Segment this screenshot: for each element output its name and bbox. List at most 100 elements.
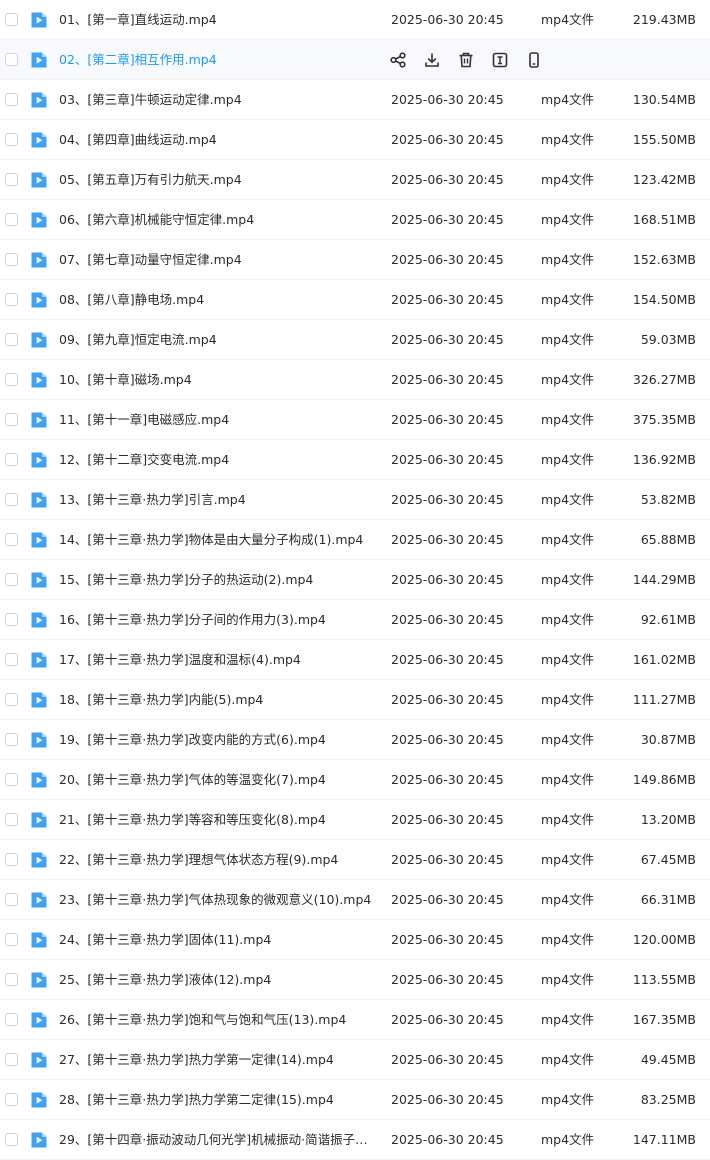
file-name[interactable]: 27、[第十三章·热力学]热力学第一定律(14).mp4 [59,1052,379,1068]
file-row[interactable]: 13、[第十三章·热力学]引言.mp4 2025-06-30 20:45 mp4文件… [0,480,710,520]
row-checkbox[interactable] [5,133,18,146]
file-row[interactable]: 27、[第十三章·热力学]热力学第一定律(14).mp4 2025-06-30 2… [0,1040,710,1080]
file-type: mp4文件 [541,252,595,267]
file-row[interactable]: 23、[第十三章·热力学]气体热现象的微观意义(10).mp4 2025-06-3… [0,880,710,920]
file-row[interactable]: 02、[第二章]相互作用.mp4 [0,40,710,80]
row-checkbox[interactable] [5,653,18,666]
rename-icon[interactable] [491,51,509,69]
file-row[interactable]: 20、[第十三章·热力学]气体的等温变化(7).mp4 2025-06-30 20… [0,760,710,800]
file-row[interactable]: 26、[第十三章·热力学]饱和气与饱和气压(13).mp4 2025-06-30 … [0,1000,710,1040]
row-checkbox[interactable] [5,213,18,226]
file-size: 111.27MB [632,692,696,707]
row-checkbox[interactable] [5,493,18,506]
file-name[interactable]: 17、[第十三章·热力学]温度和温标(4).mp4 [59,652,379,668]
row-checkbox[interactable] [5,53,18,66]
file-row[interactable]: 05、[第五章]万有引力航天.mp4 2025-06-30 20:45 mp4文件 1… [0,160,710,200]
row-checkbox[interactable] [5,1013,18,1026]
row-checkbox[interactable] [5,173,18,186]
file-name[interactable]: 26、[第十三章·热力学]饱和气与饱和气压(13).mp4 [59,1012,379,1028]
row-checkbox[interactable] [5,933,18,946]
file-name[interactable]: 06、[第六章]机械能守恒定律.mp4 [59,212,379,228]
row-checkbox[interactable] [5,613,18,626]
file-size: 67.45MB [640,852,696,867]
file-row[interactable]: 11、[第十一章]电磁感应.mp4 2025-06-30 20:45 mp4文件 37… [0,400,710,440]
file-row[interactable]: 28、[第十三章·热力学]热力学第二定律(15).mp4 2025-06-30 2… [0,1080,710,1120]
row-checkbox[interactable] [5,373,18,386]
file-name[interactable]: 10、[第十章]磁场.mp4 [59,372,379,388]
row-checkbox[interactable] [5,333,18,346]
file-name[interactable]: 12、[第十二章]交变电流.mp4 [59,452,379,468]
file-name[interactable]: 18、[第十三章·热力学]内能(5).mp4 [59,692,379,708]
row-checkbox[interactable] [5,733,18,746]
row-checkbox[interactable] [5,533,18,546]
row-checkbox[interactable] [5,813,18,826]
download-icon[interactable] [423,51,441,69]
row-checkbox[interactable] [5,453,18,466]
file-size: 53.82MB [640,492,696,507]
file-name[interactable]: 14、[第十三章·热力学]物体是由大量分子构成(1).mp4 [59,532,379,548]
file-row[interactable]: 16、[第十三章·热力学]分子间的作用力(3).mp4 2025-06-30 20… [0,600,710,640]
file-date: 2025-06-30 20:45 [391,972,504,987]
row-checkbox[interactable] [5,1133,18,1146]
row-checkbox[interactable] [5,973,18,986]
file-name[interactable]: 05、[第五章]万有引力航天.mp4 [59,172,379,188]
file-name[interactable]: 28、[第十三章·热力学]热力学第二定律(15).mp4 [59,1092,379,1108]
file-row[interactable]: 14、[第十三章·热力学]物体是由大量分子构成(1).mp4 2025-06-30… [0,520,710,560]
file-row[interactable]: 29、[第十四章·振动波动几何光学]机械振动·简谐振子动力学.mp4 2025-0… [0,1120,710,1160]
file-name[interactable]: 13、[第十三章·热力学]引言.mp4 [59,492,379,508]
file-name[interactable]: 09、[第九章]恒定电流.mp4 [59,332,379,348]
file-row[interactable]: 24、[第十三章·热力学]固体(11).mp4 2025-06-30 20:45 m… [0,920,710,960]
file-name[interactable]: 24、[第十三章·热力学]固体(11).mp4 [59,932,379,948]
row-checkbox[interactable] [5,253,18,266]
file-name[interactable]: 11、[第十一章]电磁感应.mp4 [59,412,379,428]
row-checkbox[interactable] [5,93,18,106]
file-name[interactable]: 29、[第十四章·振动波动几何光学]机械振动·简谐振子动力学.mp4 [59,1132,379,1148]
file-name[interactable]: 16、[第十三章·热力学]分子间的作用力(3).mp4 [59,612,379,628]
file-row[interactable]: 01、[第一章]直线运动.mp4 2025-06-30 20:45 mp4文件 219… [0,0,710,40]
row-checkbox[interactable] [5,1093,18,1106]
file-name[interactable]: 04、[第四章]曲线运动.mp4 [59,132,379,148]
file-date: 2025-06-30 20:45 [391,412,504,427]
file-row[interactable]: 07、[第七章]动量守恒定律.mp4 2025-06-30 20:45 mp4文件 1… [0,240,710,280]
file-row[interactable]: 25、[第十三章·热力学]液体(12).mp4 2025-06-30 20:45 m… [0,960,710,1000]
file-row[interactable]: 04、[第四章]曲线运动.mp4 2025-06-30 20:45 mp4文件 155… [0,120,710,160]
file-name[interactable]: 01、[第一章]直线运动.mp4 [59,12,379,28]
row-checkbox[interactable] [5,853,18,866]
file-row[interactable]: 10、[第十章]磁场.mp4 2025-06-30 20:45 mp4文件 326.2… [0,360,710,400]
file-type: mp4文件 [541,492,595,507]
file-name[interactable]: 22、[第十三章·热力学]理想气体状态方程(9).mp4 [59,852,379,868]
file-name[interactable]: 21、[第十三章·热力学]等容和等压变化(8).mp4 [59,812,379,828]
file-name[interactable]: 15、[第十三章·热力学]分子的热运动(2).mp4 [59,572,379,588]
row-checkbox[interactable] [5,893,18,906]
file-row[interactable]: 06、[第六章]机械能守恒定律.mp4 2025-06-30 20:45 mp4文件… [0,200,710,240]
file-name[interactable]: 23、[第十三章·热力学]气体热现象的微观意义(10).mp4 [59,892,379,908]
row-checkbox[interactable] [5,573,18,586]
file-name[interactable]: 02、[第二章]相互作用.mp4 [59,52,379,68]
file-row[interactable]: 09、[第九章]恒定电流.mp4 2025-06-30 20:45 mp4文件 59.… [0,320,710,360]
file-row[interactable]: 22、[第十三章·热力学]理想气体状态方程(9).mp4 2025-06-30 2… [0,840,710,880]
row-checkbox[interactable] [5,1053,18,1066]
file-row[interactable]: 03、[第三章]牛顿运动定律.mp4 2025-06-30 20:45 mp4文件 1… [0,80,710,120]
file-name[interactable]: 03、[第三章]牛顿运动定律.mp4 [59,92,379,108]
file-name[interactable]: 25、[第十三章·热力学]液体(12).mp4 [59,972,379,988]
file-name[interactable]: 19、[第十三章·热力学]改变内能的方式(6).mp4 [59,732,379,748]
file-row[interactable]: 08、[第八章]静电场.mp4 2025-06-30 20:45 mp4文件 154.… [0,280,710,320]
file-name[interactable]: 07、[第七章]动量守恒定律.mp4 [59,252,379,268]
file-name[interactable]: 08、[第八章]静电场.mp4 [59,292,379,308]
row-checkbox[interactable] [5,293,18,306]
delete-icon[interactable] [457,51,475,69]
share-icon[interactable] [389,51,407,69]
file-type: mp4文件 [541,1052,595,1067]
row-checkbox[interactable] [5,13,18,26]
file-name[interactable]: 20、[第十三章·热力学]气体的等温变化(7).mp4 [59,772,379,788]
row-checkbox[interactable] [5,773,18,786]
file-row[interactable]: 18、[第十三章·热力学]内能(5).mp4 2025-06-30 20:45 mp… [0,680,710,720]
row-checkbox[interactable] [5,693,18,706]
file-row[interactable]: 15、[第十三章·热力学]分子的热运动(2).mp4 2025-06-30 20:… [0,560,710,600]
file-row[interactable]: 19、[第十三章·热力学]改变内能的方式(6).mp4 2025-06-30 20… [0,720,710,760]
file-row[interactable]: 12、[第十二章]交变电流.mp4 2025-06-30 20:45 mp4文件 13… [0,440,710,480]
send-to-phone-icon[interactable] [525,51,543,69]
file-row[interactable]: 21、[第十三章·热力学]等容和等压变化(8).mp4 2025-06-30 20… [0,800,710,840]
row-checkbox[interactable] [5,413,18,426]
file-row[interactable]: 17、[第十三章·热力学]温度和温标(4).mp4 2025-06-30 20:4… [0,640,710,680]
